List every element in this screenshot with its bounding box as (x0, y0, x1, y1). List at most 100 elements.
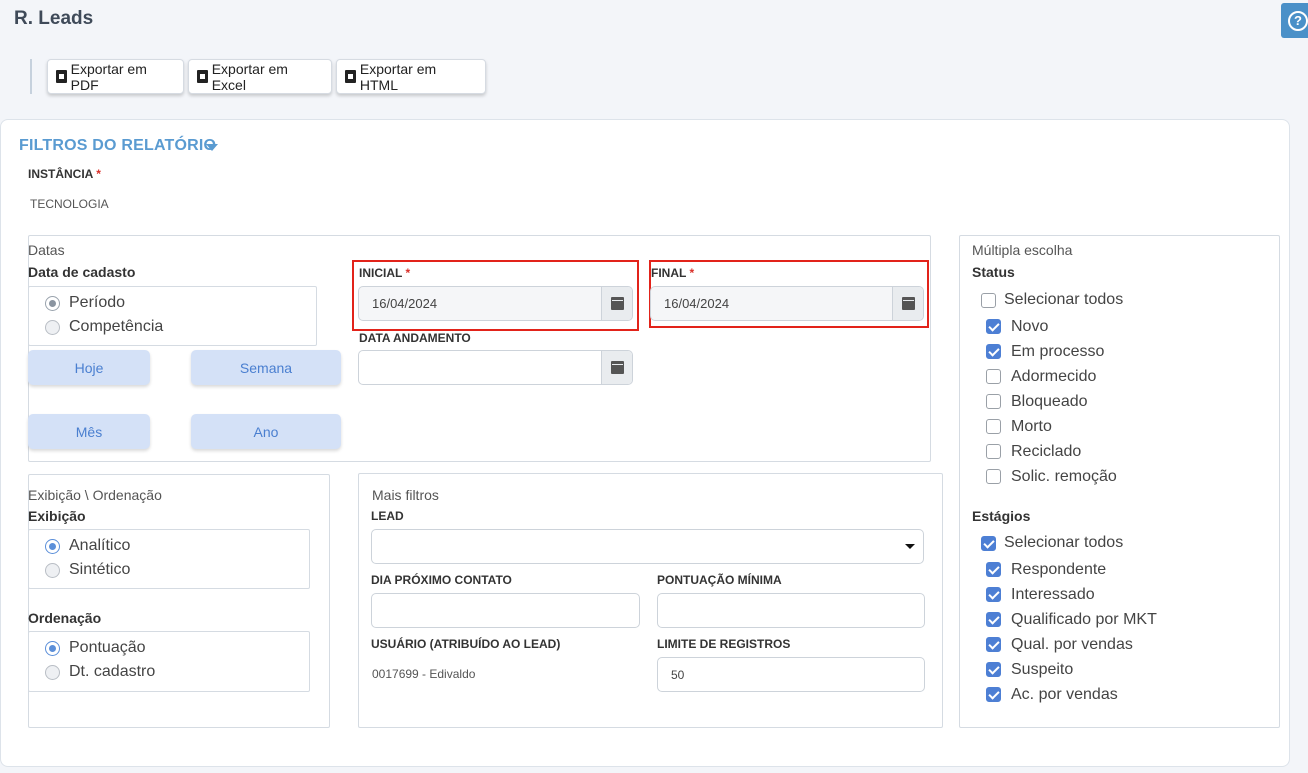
checkbox-item-label: Qualificado por MKT (1011, 610, 1157, 628)
inicial-calendar-button[interactable] (601, 287, 632, 320)
checkbox-checked-icon[interactable] (986, 319, 1001, 334)
export-excel-button[interactable]: Exportar em Excel (188, 59, 332, 94)
checkbox-item[interactable]: Solic. remoção (986, 464, 1117, 489)
calendar-icon (610, 361, 624, 374)
radio-periodo[interactable]: Período (45, 294, 125, 312)
status-label: Status (972, 264, 1015, 280)
calendar-icon (610, 297, 624, 310)
checkbox-item[interactable]: Reciclado (986, 439, 1117, 464)
checkbox-checked-icon[interactable] (986, 587, 1001, 602)
dia-contato-label: DIA PRÓXIMO CONTATO (371, 573, 512, 587)
export-pdf-button[interactable]: Exportar em PDF (47, 59, 184, 94)
export-html-button[interactable]: Exportar em HTML (336, 59, 486, 94)
final-date-input[interactable]: 16/04/2024 (650, 286, 924, 321)
final-label-text: FINAL (651, 266, 687, 280)
radio-analitico[interactable]: Analítico (45, 537, 130, 555)
export-html-label: Exportar em HTML (359, 60, 437, 93)
checkbox-item[interactable]: Novo (986, 314, 1117, 339)
estagios-select-all[interactable]: Selecionar todos (981, 534, 1123, 552)
checkbox-checked-icon[interactable] (986, 662, 1001, 677)
mes-button[interactable]: Mês (28, 414, 150, 449)
checkbox-item[interactable]: Respondente (986, 557, 1157, 582)
dia-contato-input[interactable] (371, 593, 640, 628)
checkbox-checked-icon[interactable] (986, 562, 1001, 577)
checkbox-checked-icon[interactable] (986, 687, 1001, 702)
checkbox-item-label: Respondente (1011, 560, 1107, 578)
data-andamento-label: DATA ANDAMENTO (359, 331, 471, 345)
checkbox-item-label: Morto (1011, 417, 1052, 435)
radio-dt-cadastro[interactable]: Dt. cadastro (45, 663, 155, 681)
html-file-icon (345, 70, 356, 83)
instancia-value: TECNOLOGIA (30, 197, 109, 211)
data-andamento-input[interactable] (358, 350, 633, 385)
radio-icon-checked[interactable] (45, 640, 60, 656)
estagios-label: Estágios (972, 508, 1031, 524)
checkbox-item-label: Em processo (1011, 342, 1105, 360)
export-pdf-label: Exportar em PDF (70, 60, 147, 93)
radio-pontuacao[interactable]: Pontuação (45, 639, 146, 657)
inicial-date-value: 16/04/2024 (372, 296, 438, 311)
checkbox-item[interactable]: Qual. por vendas (986, 632, 1157, 657)
limite-input[interactable]: 50 (657, 657, 925, 692)
usuario-label: USUÁRIO (ATRIBUÍDO AO LEAD) (371, 637, 561, 651)
radio-icon-checked[interactable] (45, 538, 60, 554)
checkbox-item-label: Suspeito (1011, 660, 1074, 678)
mais-filtros-legend: Mais filtros (372, 487, 439, 503)
radio-competencia[interactable]: Competência (45, 318, 163, 336)
checkbox-icon[interactable] (986, 394, 1001, 409)
toolbar-divider (30, 59, 32, 94)
checkbox-icon[interactable] (986, 419, 1001, 434)
checkbox-item[interactable]: Ac. por vendas (986, 682, 1157, 707)
andamento-calendar-button[interactable] (601, 351, 632, 384)
exibicao-legend: Exibição \ Ordenação (28, 487, 162, 503)
radio-pontuacao-label: Pontuação (69, 639, 146, 656)
checkbox-item[interactable]: Adormecido (986, 364, 1117, 389)
checkbox-checked-icon[interactable] (986, 344, 1001, 359)
checkbox-item[interactable]: Bloqueado (986, 389, 1117, 414)
checkbox-item[interactable]: Interessado (986, 582, 1157, 607)
pdf-file-icon (56, 70, 67, 83)
radio-sintetico[interactable]: Sintético (45, 561, 130, 579)
lead-label: LEAD (371, 509, 404, 523)
checkbox-item[interactable]: Morto (986, 414, 1117, 439)
status-select-all[interactable]: Selecionar todos (981, 291, 1123, 309)
lead-select[interactable] (371, 529, 924, 564)
radio-icon[interactable] (45, 562, 60, 578)
hoje-button[interactable]: Hoje (28, 350, 150, 385)
radio-icon[interactable] (45, 319, 60, 335)
pontuacao-minima-label: PONTUAÇÃO MÍNIMA (657, 573, 782, 587)
checkbox-item-label: Reciclado (1011, 442, 1082, 460)
checkbox-checked-icon[interactable] (986, 612, 1001, 627)
checkbox-icon[interactable] (986, 444, 1001, 459)
checkbox-item-label: Ac. por vendas (1011, 685, 1118, 703)
checkbox-icon[interactable] (981, 292, 996, 308)
radio-sintetico-label: Sintético (69, 561, 131, 578)
radio-icon-checked[interactable] (45, 295, 60, 311)
radio-competencia-label: Competência (69, 318, 164, 335)
data-cadastro-label: Data de cadasto (28, 264, 136, 280)
checkbox-checked-icon[interactable] (986, 637, 1001, 652)
checkbox-icon[interactable] (986, 469, 1001, 484)
checkbox-checked-icon[interactable] (981, 535, 996, 551)
status-select-all-label: Selecionar todos (1004, 291, 1124, 308)
ano-button[interactable]: Ano (191, 414, 341, 449)
filters-title[interactable]: FILTROS DO RELATÓRIO (19, 137, 216, 155)
estagios-list: Respondente Interessado Qualificado por MK… (986, 557, 1157, 707)
checkbox-item[interactable]: Qualificado por MKT (986, 607, 1157, 632)
help-button[interactable]: ? (1281, 3, 1308, 38)
checkbox-item[interactable]: Suspeito (986, 657, 1157, 682)
estagios-select-all-label: Selecionar todos (1004, 534, 1124, 551)
instancia-label: INSTÂNCIA * (28, 167, 101, 181)
required-mark: * (689, 266, 695, 280)
pontuacao-minima-input[interactable] (657, 593, 925, 628)
final-calendar-button[interactable] (892, 287, 923, 320)
checkbox-item-label: Solic. remoção (1011, 467, 1117, 485)
radio-periodo-label: Período (69, 294, 126, 311)
inicial-date-input[interactable]: 16/04/2024 (358, 286, 633, 321)
checkbox-icon[interactable] (986, 369, 1001, 384)
radio-icon[interactable] (45, 664, 60, 680)
semana-button[interactable]: Semana (191, 350, 341, 385)
excel-file-icon (197, 70, 208, 83)
caret-down-icon[interactable] (206, 144, 218, 151)
checkbox-item[interactable]: Em processo (986, 339, 1117, 364)
